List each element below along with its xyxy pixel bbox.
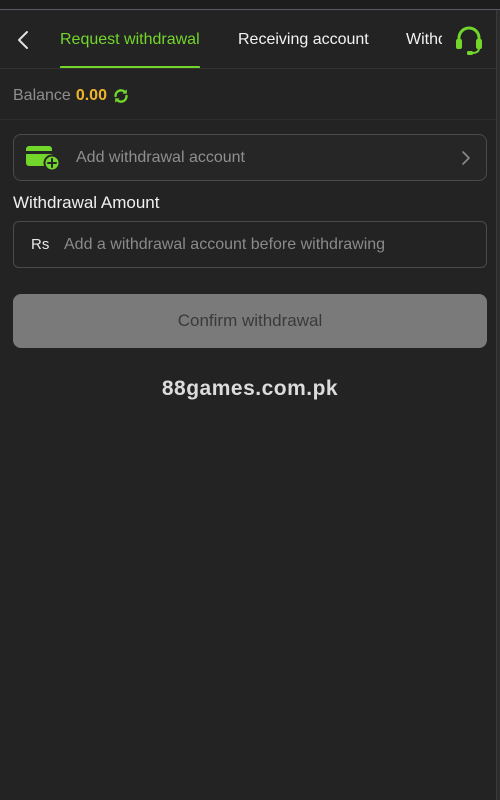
add-account-label: Add withdrawal account	[76, 149, 245, 166]
balance-label: Balance	[13, 87, 71, 104]
wallet-add-icon	[26, 146, 60, 171]
chevron-right-icon	[462, 151, 470, 165]
tab-request-withdrawal[interactable]: Request withdrawal	[60, 11, 200, 68]
watermark: 88games.com.pk	[161, 377, 339, 400]
back-button[interactable]	[10, 26, 36, 54]
header-bar: Request withdrawal Receiving account Wit…	[0, 11, 496, 69]
balance-row: Balance 0.00	[13, 85, 130, 107]
confirm-withdrawal-button[interactable]: Confirm withdrawal	[13, 294, 487, 348]
add-withdrawal-account-button[interactable]: Add withdrawal account	[13, 134, 487, 181]
withdrawal-amount-input[interactable]	[64, 222, 474, 267]
divider	[0, 119, 496, 120]
balance-value: 0.00	[75, 87, 107, 104]
currency-symbol: Rs	[31, 236, 50, 253]
withdrawal-amount-field: Rs	[13, 221, 487, 268]
tab-receiving-account[interactable]: Receiving account	[238, 11, 369, 68]
tab-withdrawal-record-clip: Withdrawal record	[406, 11, 442, 68]
tab-withdrawal-record[interactable]: Withdrawal record	[406, 11, 442, 68]
refresh-button[interactable]	[112, 87, 130, 105]
headset-icon	[456, 26, 482, 55]
scrollbar-track	[496, 10, 500, 800]
support-button[interactable]	[450, 23, 488, 59]
refresh-icon	[114, 89, 128, 103]
status-strip	[0, 0, 500, 10]
chevron-left-icon	[18, 31, 28, 49]
withdrawal-amount-label: Withdrawal Amount	[13, 193, 160, 212]
active-tab-indicator	[60, 66, 200, 68]
